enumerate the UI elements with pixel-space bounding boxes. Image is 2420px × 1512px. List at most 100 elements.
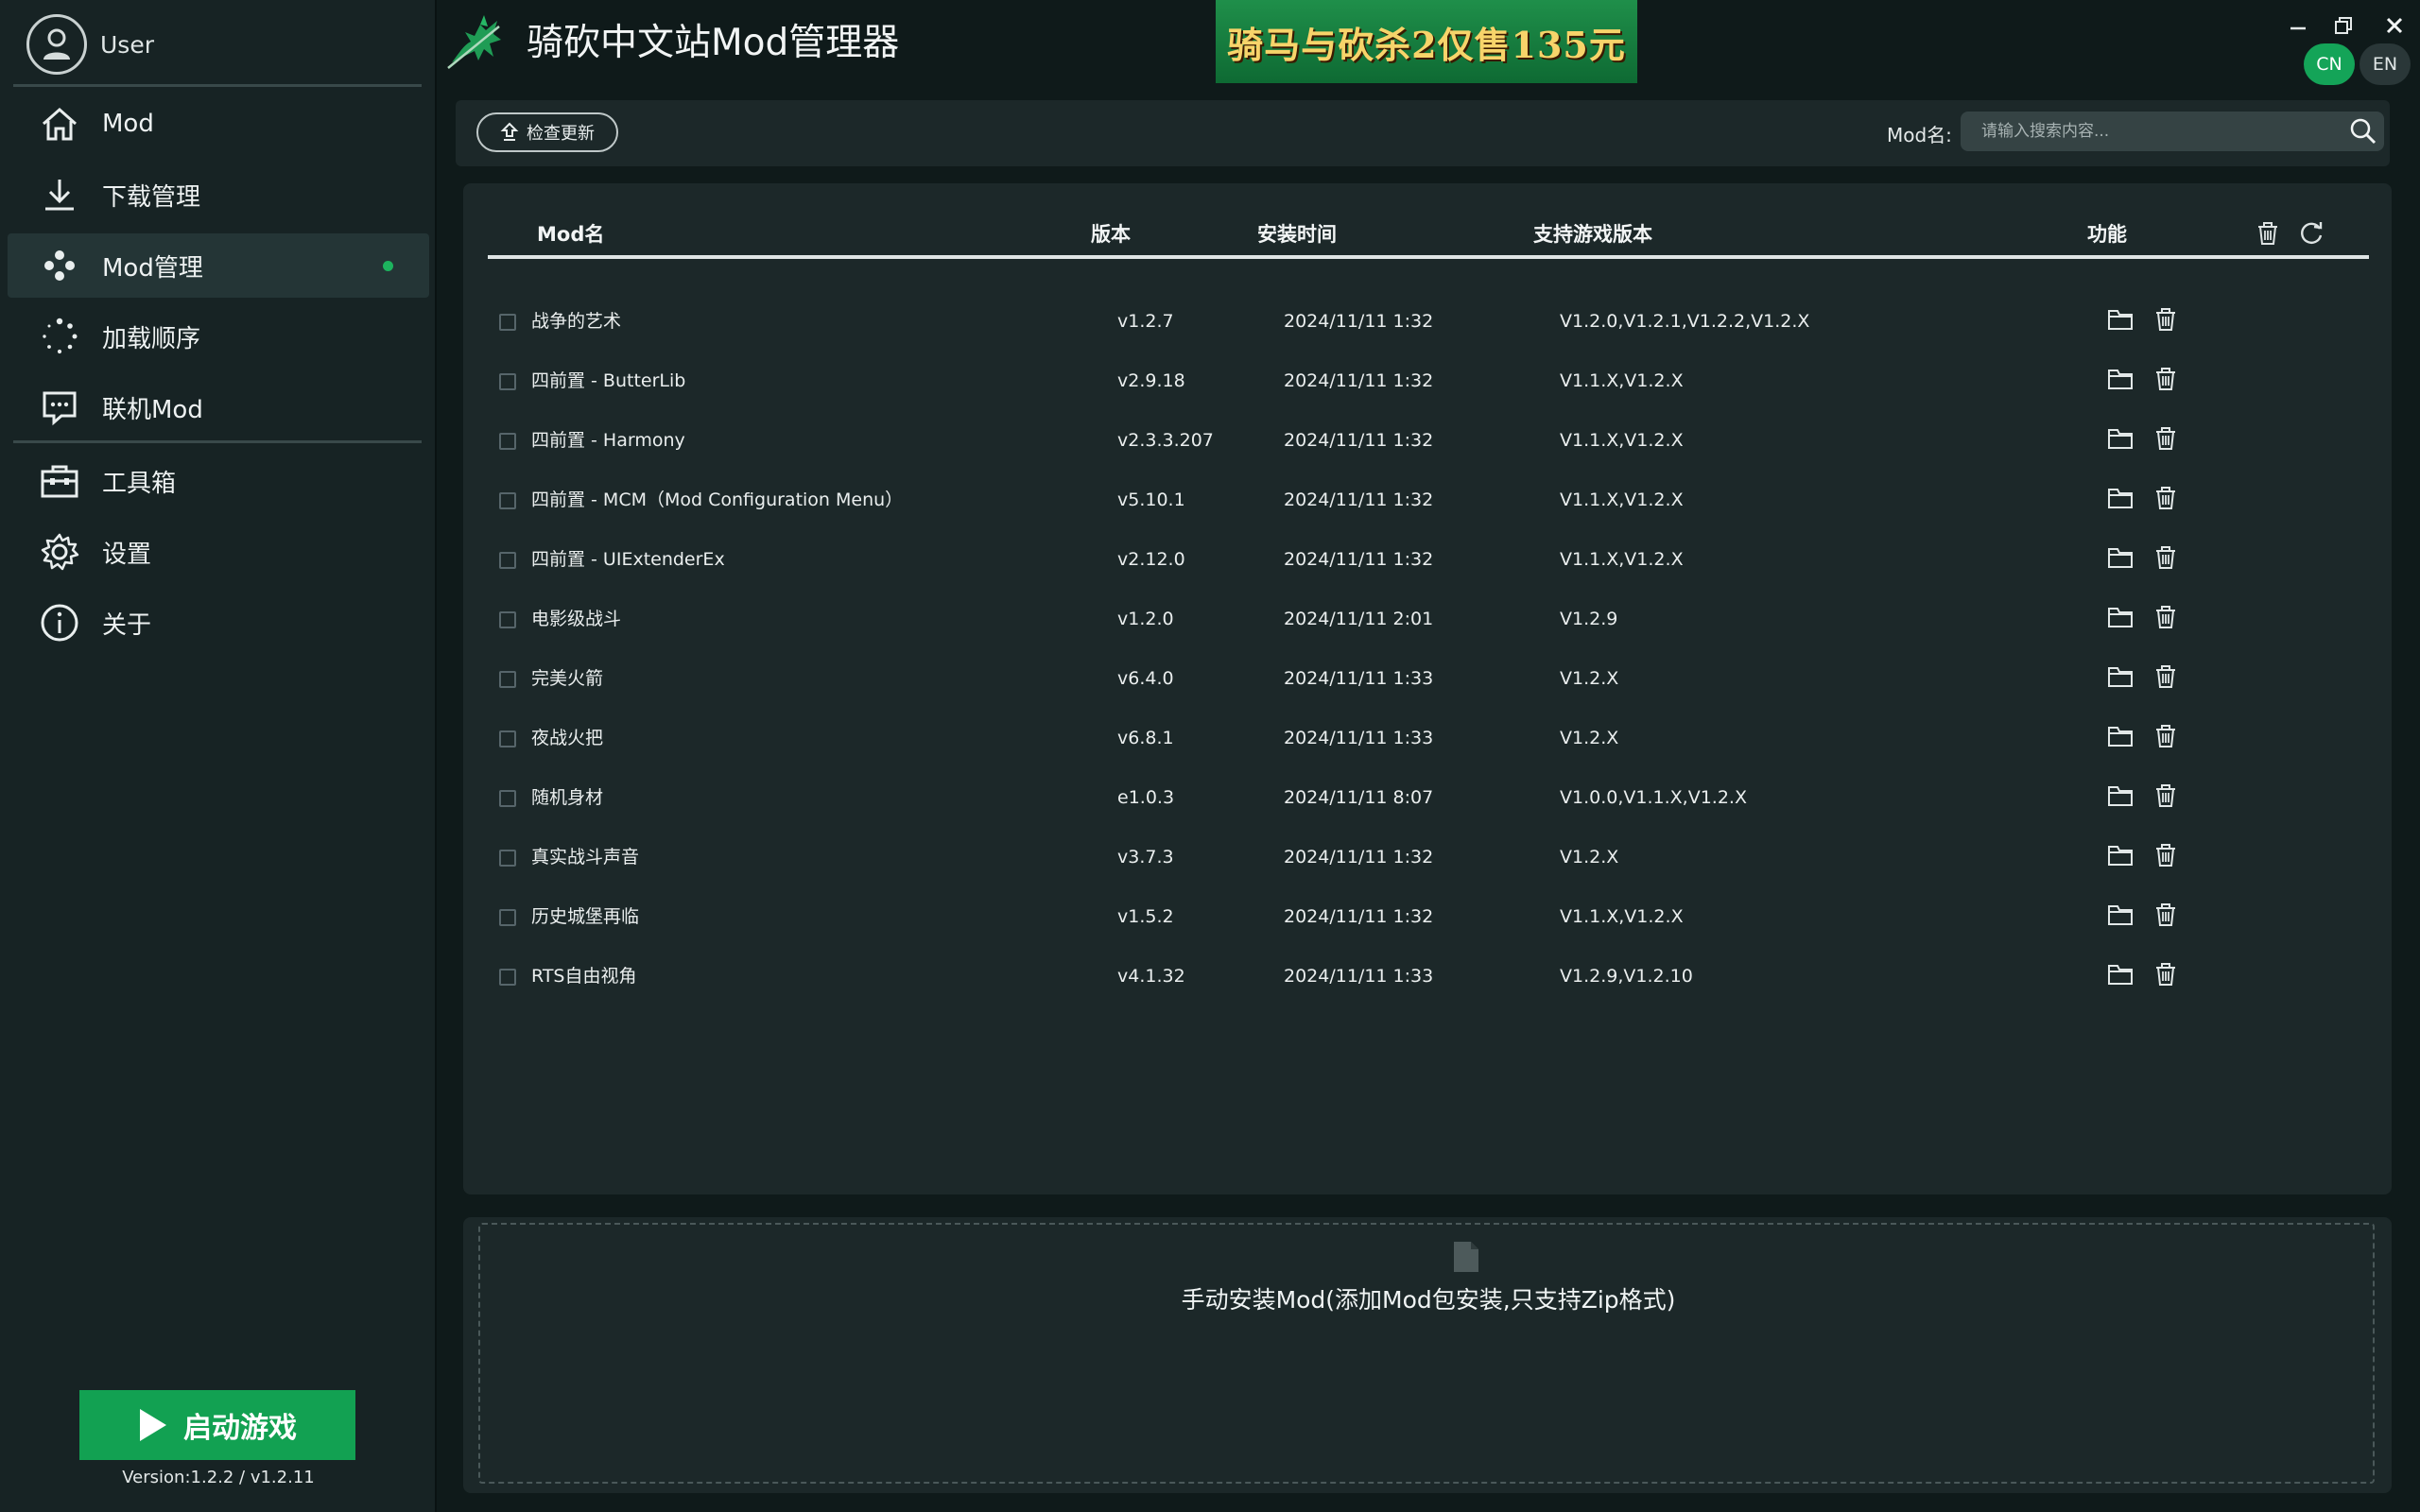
search-label: Mod名: [1887,124,1952,146]
row-checkbox[interactable] [499,373,516,390]
open-folder-button[interactable] [2104,960,2136,992]
table-row[interactable]: 夜战火把 v6.8.1 2024/11/11 1:33 V1.2.X [488,709,2369,768]
minimize-button[interactable] [2282,9,2314,42]
table-row[interactable]: 四前置 - MCM（Mod Configuration Menu） v5.10.1… [488,471,2369,530]
promo-banner-text: 骑马与砍杀2仅售135元 [1227,23,1626,66]
folder-icon [2107,606,2134,632]
trash-icon [2153,842,2178,872]
sidebar-item-settings[interactable]: 设置 [8,520,429,584]
row-checkbox[interactable] [499,969,516,986]
open-folder-button[interactable] [2104,901,2136,933]
mod-name-cell: 电影级战斗 [531,609,622,629]
delete-mod-button[interactable] [2150,782,2182,814]
launch-game-button[interactable]: 启动游戏 [79,1390,355,1460]
active-indicator-dot [383,260,393,271]
delete-mod-button[interactable] [2150,722,2182,754]
row-checkbox[interactable] [499,730,516,747]
game-version-cell: V1.2.9,V1.2.10 [1560,966,1693,987]
table-row[interactable]: 战争的艺术 v1.2.7 2024/11/11 1:32 V1.2.0,V1.2.1,… [488,292,2369,352]
folder-icon [2107,665,2134,692]
row-checkbox[interactable] [499,611,516,628]
app-logo [442,8,510,76]
row-checkbox[interactable] [499,433,516,450]
lang-en-button[interactable]: EN [2360,43,2411,85]
delete-mod-button[interactable] [2150,484,2182,516]
row-checkbox[interactable] [499,909,516,926]
search-input[interactable] [1961,122,2342,141]
folder-icon [2107,308,2134,335]
install-panel: 手动安装Mod(添加Mod包安装,只支持Zip格式) [463,1217,2392,1493]
column-header-mod-name: Mod名 [537,223,605,246]
delete-mod-button[interactable] [2150,901,2182,933]
folder-icon [2107,546,2134,573]
restore-button[interactable] [2327,9,2360,42]
row-checkbox[interactable] [499,790,516,807]
sidebar-item-toolbox[interactable]: 工具箱 [8,449,429,513]
close-button[interactable] [2378,9,2411,42]
mod-name-cell: RTS自由视角 [531,966,637,987]
open-folder-button[interactable] [2104,722,2136,754]
game-version-cell: V1.2.X [1560,668,1619,689]
trash-icon [2153,902,2178,932]
delete-mod-button[interactable] [2150,841,2182,873]
delete-mod-button[interactable] [2150,424,2182,456]
open-folder-button[interactable] [2104,782,2136,814]
table-row[interactable]: 四前置 - ButterLib v2.9.18 2024/11/11 1:32 V1.… [488,352,2369,411]
version-cell: v2.3.3.207 [1117,430,1214,451]
sidebar-item-load-order[interactable]: 加载顺序 [8,304,429,369]
open-folder-button[interactable] [2104,305,2136,337]
table-row[interactable]: 四前置 - UIExtenderEx v2.12.0 2024/11/11 1:32… [488,530,2369,590]
delete-mod-button[interactable] [2150,365,2182,397]
game-version-cell: V1.2.X [1560,847,1619,868]
table-row[interactable]: 历史城堡再临 v1.5.2 2024/11/11 1:32 V1.1.X,V1.2.X [488,887,2369,947]
delete-selected-button[interactable] [2252,217,2284,249]
install-time-cell: 2024/11/11 1:32 [1284,430,1434,451]
trash-icon [2153,485,2178,515]
table-row[interactable]: RTS自由视角 v4.1.32 2024/11/11 1:33 V1.2.9,V1.2… [488,947,2369,1006]
mod-table: Mod名 版本 安装时间 支持游戏版本 功能 战争的艺术 v1.2.7 2024/1… [463,183,2392,1194]
open-folder-button[interactable] [2104,365,2136,397]
open-folder-button[interactable] [2104,543,2136,576]
load-order-icon [38,315,81,358]
check-update-button[interactable]: 检查更新 [476,112,618,152]
table-row[interactable]: 电影级战斗 v1.2.0 2024/11/11 2:01 V1.2.9 [488,590,2369,649]
lang-cn-button[interactable]: CN [2304,43,2355,85]
sidebar-item-mod-manage[interactable]: Mod管理 [8,233,429,298]
promo-banner[interactable]: 骑马与砍杀2仅售135元 [1216,0,1637,83]
row-checkbox[interactable] [499,552,516,569]
avatar[interactable] [26,14,87,75]
table-row[interactable]: 随机身材 e1.0.3 2024/11/11 8:07 V1.0.0,V1.1.X,V… [488,768,2369,828]
sidebar-item-label: 工具箱 [102,469,177,498]
refresh-button[interactable] [2295,217,2327,249]
sidebar-item-mod[interactable]: Mod [8,92,429,156]
table-row[interactable]: 完美火箭 v6.4.0 2024/11/11 1:33 V1.2.X [488,649,2369,709]
trash-icon [2153,604,2178,634]
sidebar-item-multiplayer[interactable]: 联机Mod [8,375,429,439]
row-checkbox[interactable] [499,850,516,867]
game-version-cell: V1.1.X,V1.2.X [1560,430,1684,451]
delete-mod-button[interactable] [2150,603,2182,635]
sidebar-item-about[interactable]: 关于 [8,591,429,655]
row-checkbox[interactable] [499,671,516,688]
row-checkbox[interactable] [499,492,516,509]
open-folder-button[interactable] [2104,603,2136,635]
delete-mod-button[interactable] [2150,960,2182,992]
delete-mod-button[interactable] [2150,305,2182,337]
sidebar-item-downloads[interactable]: 下载管理 [8,163,429,227]
mod-name-cell: 夜战火把 [531,728,604,748]
open-folder-button[interactable] [2104,841,2136,873]
table-row[interactable]: 真实战斗声音 v3.7.3 2024/11/11 1:32 V1.2.X [488,828,2369,887]
open-folder-button[interactable] [2104,484,2136,516]
delete-mod-button[interactable] [2150,543,2182,576]
open-folder-button[interactable] [2104,662,2136,695]
open-folder-button[interactable] [2104,424,2136,456]
mod-name-cell: 完美火箭 [531,668,604,689]
table-row[interactable]: 四前置 - Harmony v2.3.3.207 2024/11/11 1:32 V1… [488,411,2369,471]
user-profile[interactable]: User [26,11,154,77]
manual-install-dropzone[interactable]: 手动安装Mod(添加Mod包安装,只支持Zip格式) [478,1223,2375,1484]
row-checkbox[interactable] [499,314,516,331]
trash-icon [2153,366,2178,396]
delete-mod-button[interactable] [2150,662,2182,695]
search-icon[interactable] [2342,112,2384,151]
folder-icon [2107,844,2134,870]
